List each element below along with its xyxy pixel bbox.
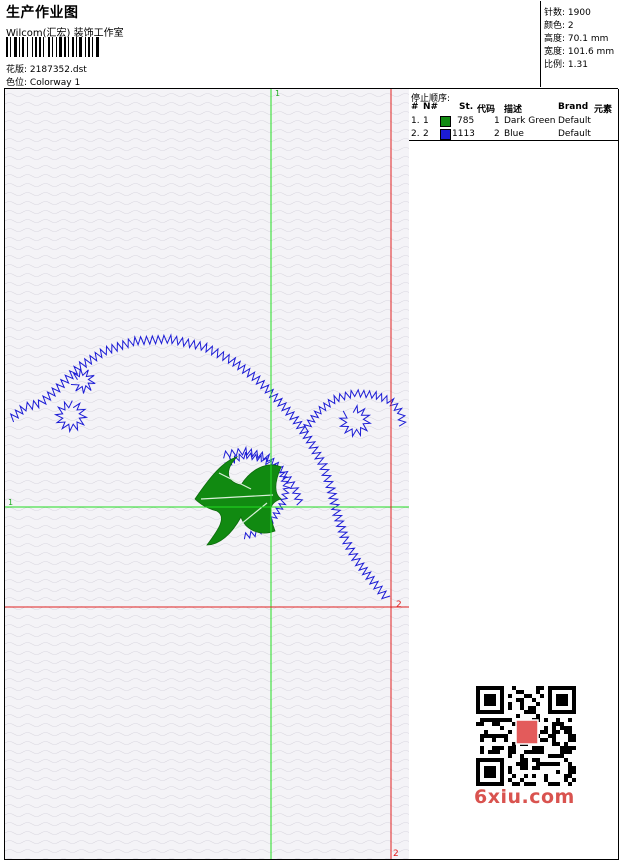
green-v-label: 1	[275, 89, 280, 98]
row-index: 1.	[411, 116, 420, 126]
col-description: 描述	[504, 105, 523, 115]
colorway-line: 色位: Colorway 1	[6, 75, 80, 88]
qr-code	[470, 680, 582, 798]
stop-table-header: # N# St. 代码 描述 Brand 元素	[409, 102, 618, 115]
stat-width: 宽度: 101.6 mm	[544, 44, 614, 57]
row-stitches: 785	[457, 116, 475, 126]
col-element: 元素	[594, 105, 613, 115]
row-code: 2	[494, 129, 500, 139]
stat-value: 70.1 mm	[567, 34, 609, 44]
row-needle: 2	[423, 129, 429, 139]
stat-value: 1900	[567, 8, 591, 18]
row-description: Blue	[504, 129, 524, 139]
fabric-texture	[5, 89, 409, 859]
color-swatch	[440, 116, 451, 130]
stat-label: 颜色:	[544, 21, 566, 31]
design-file-line: 花版: 2187352.dst	[6, 62, 87, 75]
row-stitches: 1113	[452, 129, 475, 139]
stat-label: 宽度:	[544, 47, 566, 57]
red-v-label: 2	[393, 849, 399, 859]
col-code: 代码	[477, 105, 496, 115]
stat-value: 2	[567, 21, 574, 31]
design-label: 花版:	[6, 65, 28, 75]
embroidery-preview: 1 1 2 2	[5, 89, 409, 859]
row-description: Dark Green	[504, 116, 556, 126]
colorway-name: Colorway 1	[29, 78, 81, 88]
stat-value: 101.6 mm	[567, 47, 615, 57]
stat-colors: 颜色: 2	[544, 18, 574, 31]
row-brand: Default	[558, 129, 591, 139]
watermark-text: 6xiu.com	[474, 786, 575, 808]
stat-label: 比例:	[544, 60, 566, 70]
col-brand: Brand	[558, 102, 589, 112]
row-index: 2.	[411, 129, 420, 139]
col-stitches: St.	[459, 102, 474, 112]
design-stats-panel: 针数: 1900 颜色: 2 高度: 70.1 mm 宽度: 101.6 mm …	[540, 1, 619, 87]
stat-label: 高度:	[544, 34, 566, 44]
row-code: 1	[494, 116, 500, 126]
design-preview-canvas: 1 1 2 2	[4, 89, 410, 860]
stat-scale: 比例: 1.31	[544, 57, 588, 70]
row-brand: Default	[558, 116, 591, 126]
red-h-label: 2	[396, 600, 402, 610]
stat-stitches: 针数: 1900	[544, 5, 591, 18]
table-row: 1. 1 785 1 Dark Green Default	[409, 116, 618, 128]
row-needle: 1	[423, 116, 429, 126]
green-h-label: 1	[8, 498, 13, 507]
stat-value: 1.31	[567, 60, 588, 70]
barcode	[6, 37, 99, 57]
colorway-label: 色位:	[6, 78, 28, 88]
col-index: #	[411, 102, 419, 112]
stat-height: 高度: 70.1 mm	[544, 31, 608, 44]
design-file-name: 2187352.dst	[29, 65, 87, 75]
col-needle: N#	[423, 102, 439, 112]
production-worksheet: 生产作业图 Wilcom(汇宏) 装饰工作室 花版: 2187352.dst 色…	[0, 0, 620, 861]
page-title: 生产作业图	[6, 5, 79, 21]
stop-table-divider	[409, 140, 618, 141]
stat-label: 针数:	[544, 8, 566, 18]
